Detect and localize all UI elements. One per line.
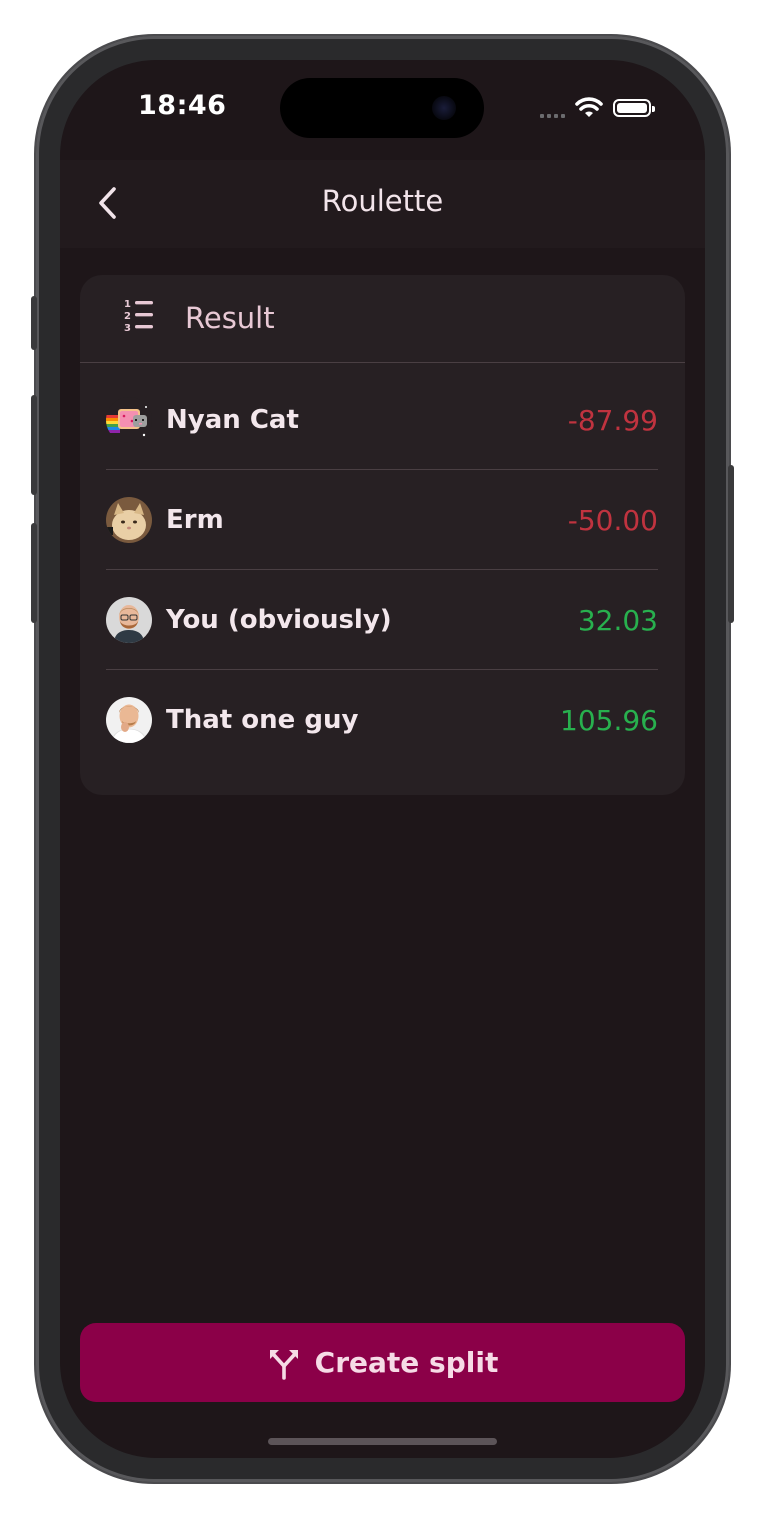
result-card: 1 2 3 Result Nyan Cat -87.99 Erm -50.00 … (80, 275, 685, 795)
wifi-icon (575, 97, 603, 117)
battery-icon (613, 99, 655, 117)
list-item: Erm -50.00 (106, 470, 658, 570)
app-screen: 18:46 Roulette 1 2 3 Result Nyan Cat -87… (60, 60, 705, 1458)
person-amount: -87.99 (567, 403, 658, 437)
dynamic-island (280, 78, 484, 138)
svg-text:2: 2 (124, 311, 131, 322)
person-amount: -50.00 (567, 503, 658, 537)
page-title: Roulette (321, 184, 444, 218)
person-amount: 105.96 (560, 703, 658, 737)
status-time: 18:46 (138, 90, 227, 121)
status-icons (540, 96, 655, 120)
list-item: That one guy 105.96 (106, 670, 658, 770)
navigation-bar: Roulette (60, 160, 705, 248)
split-arrows-icon (269, 1349, 298, 1380)
list-item: Nyan Cat -87.99 (106, 370, 658, 470)
person-name: Nyan Cat (166, 405, 299, 435)
svg-text:3: 3 (124, 323, 131, 334)
volume-up-button (31, 395, 37, 495)
result-card-header: 1 2 3 Result (80, 275, 685, 363)
status-bar: 18:46 (60, 60, 705, 160)
person-name: Erm (166, 505, 224, 535)
create-split-label: Create split (314, 1346, 499, 1379)
svg-text:1: 1 (124, 299, 131, 310)
person-name: You (obviously) (166, 605, 392, 635)
person-amount: 32.03 (577, 603, 658, 637)
home-indicator[interactable] (268, 1438, 497, 1445)
person-name: That one guy (166, 705, 359, 735)
cellular-signal-icon (540, 98, 565, 118)
camera-icon (432, 96, 456, 120)
thinking-man-avatar (106, 697, 152, 743)
bearded-man-avatar (106, 597, 152, 643)
action-button (31, 296, 37, 350)
result-title: Result (185, 301, 275, 335)
cat-avatar (106, 497, 152, 543)
volume-down-button (31, 523, 37, 623)
create-split-button[interactable]: Create split (80, 1323, 685, 1402)
nyan-cat-avatar (106, 397, 152, 443)
list-item: You (obviously) 32.03 (106, 570, 658, 670)
power-button (728, 465, 734, 623)
numbered-list-icon: 1 2 3 (124, 299, 153, 334)
